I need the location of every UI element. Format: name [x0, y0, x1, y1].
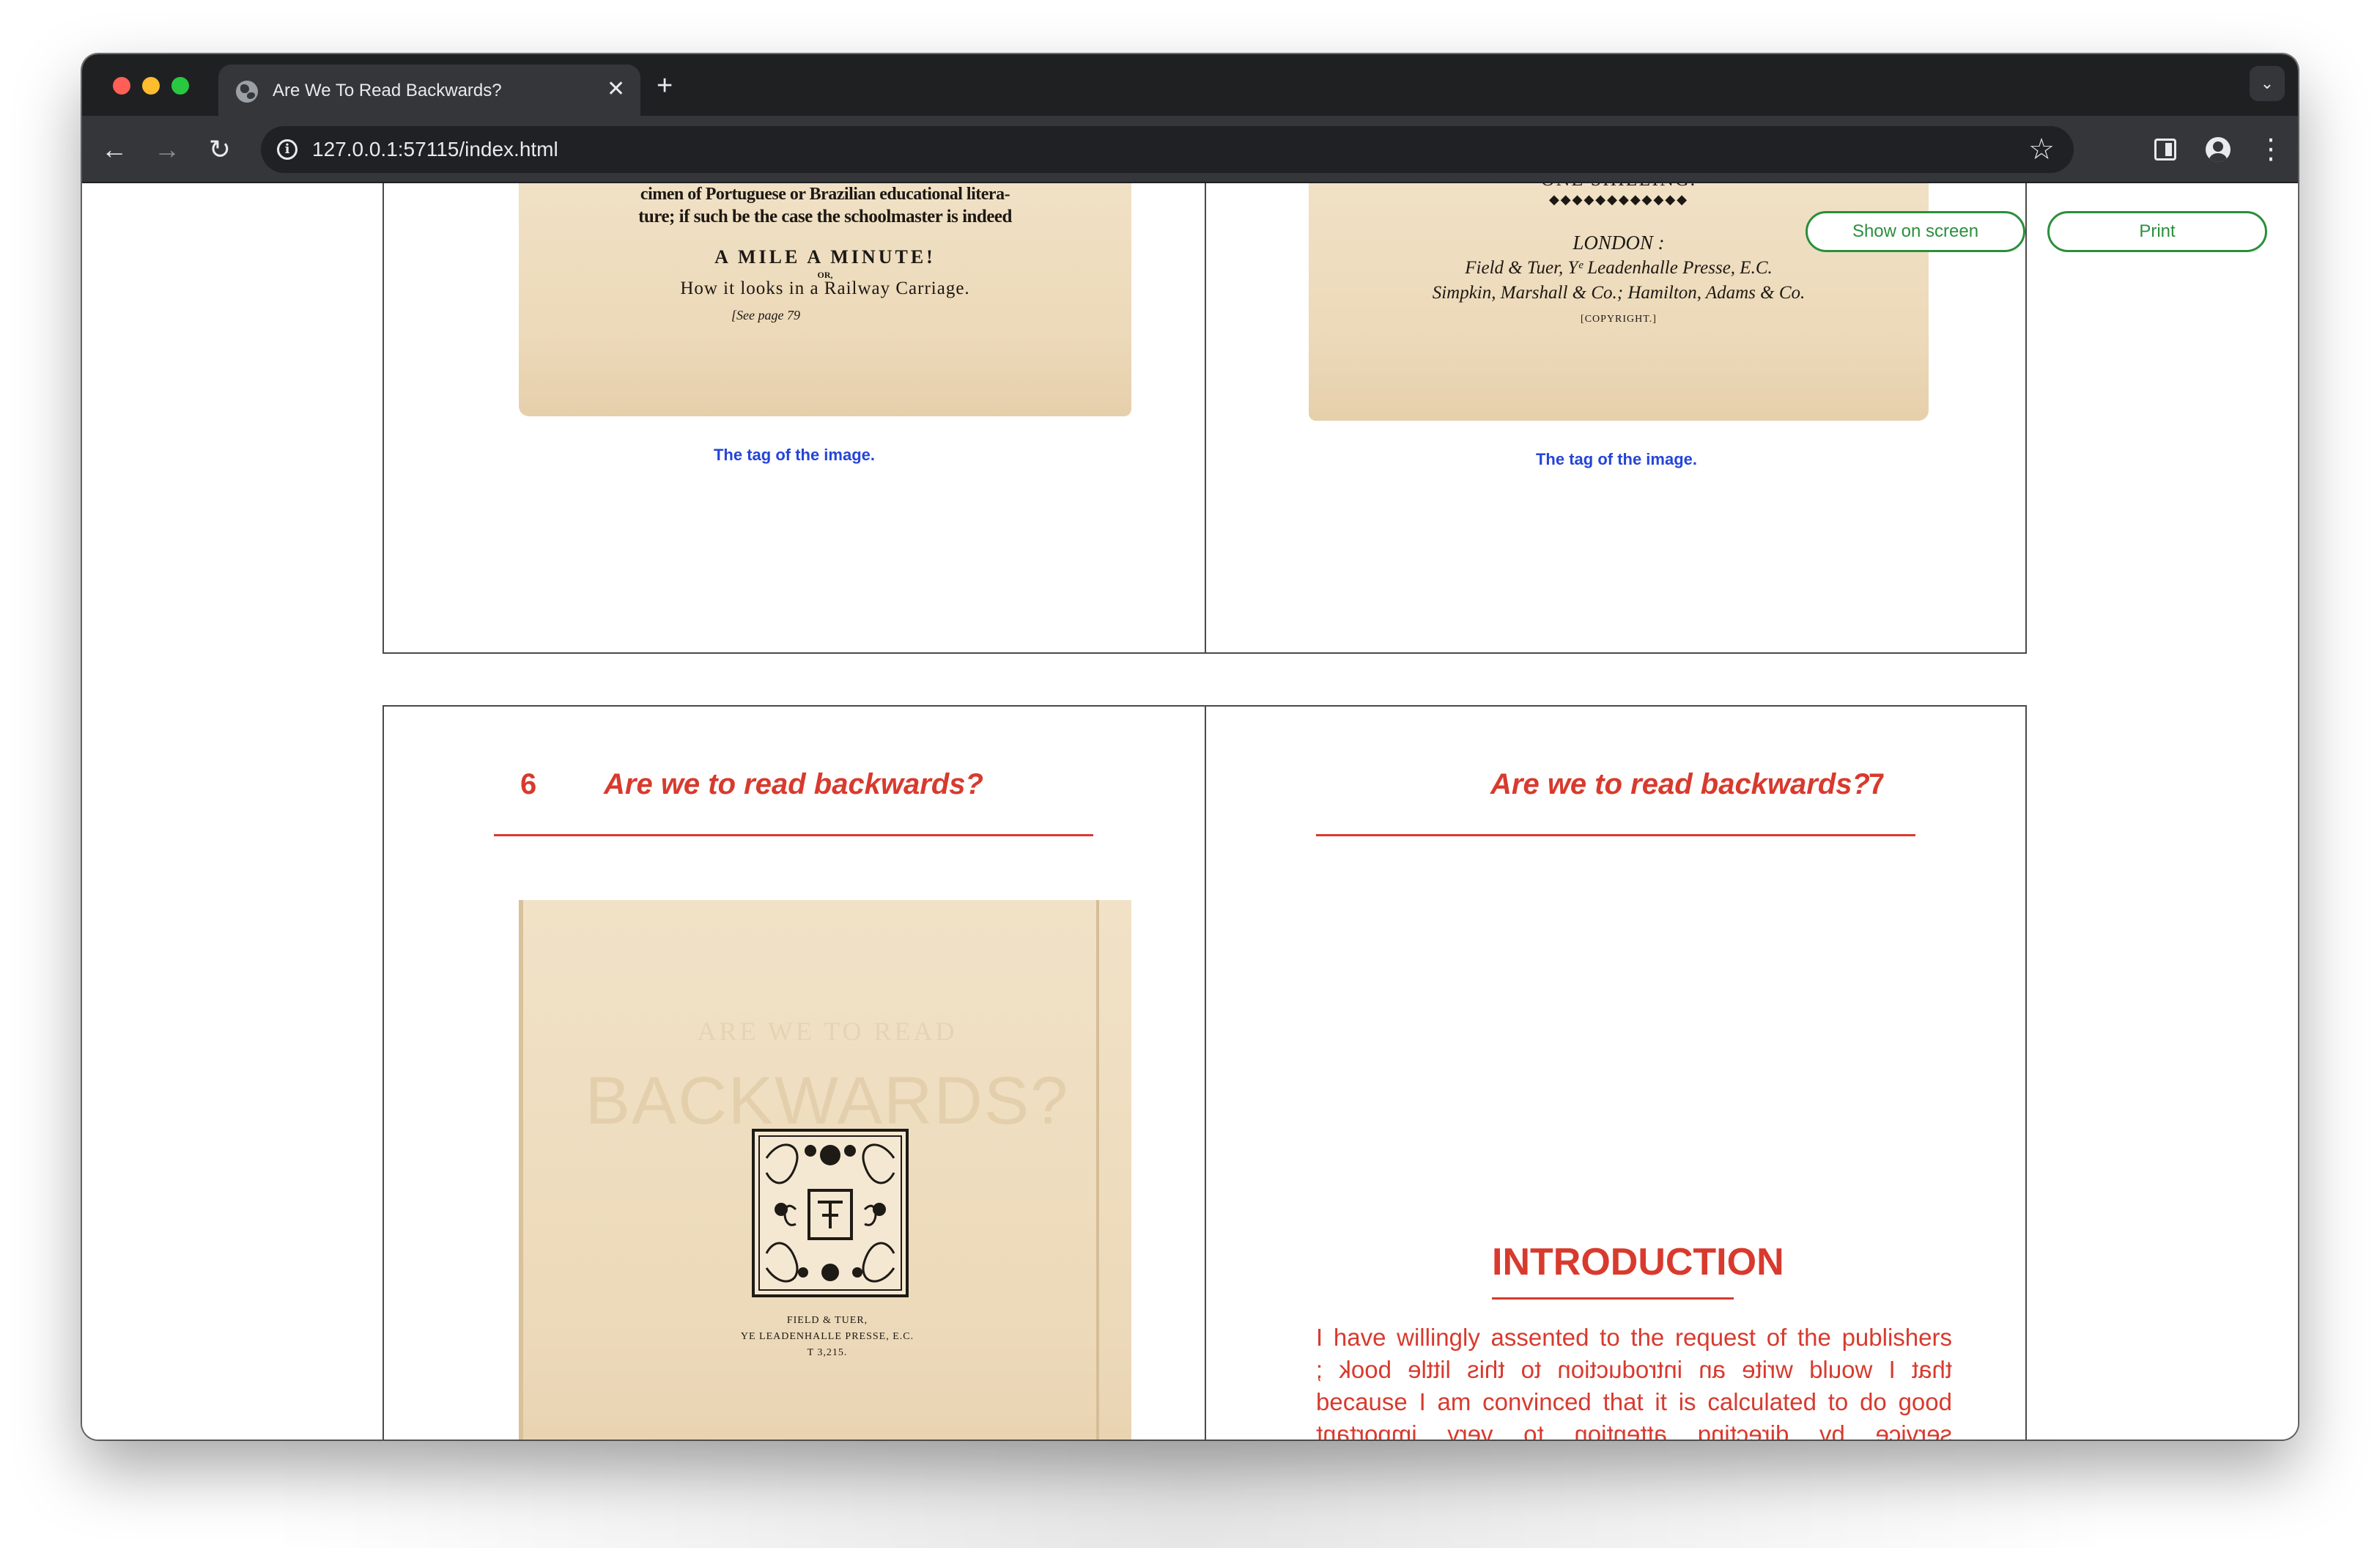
- scan-text-line: cimen of Portuguese or Brazilian educati…: [640, 185, 1010, 204]
- publisher-line: T 3,215.: [807, 1347, 848, 1358]
- site-info-icon[interactable]: i: [277, 139, 298, 160]
- page-number: 6: [520, 768, 537, 800]
- mirrored-text-line: service by directing attention to very i…: [1316, 1420, 1952, 1440]
- bookmark-star-icon[interactable]: ☆: [2028, 132, 2055, 167]
- scan-text-line: ◆◆◆◆◆◆◆◆◆◆◆◆: [1548, 192, 1689, 207]
- text-line: because I am convinced that it is calcul…: [1316, 1388, 1952, 1415]
- close-tab-icon[interactable]: ✕: [607, 76, 625, 103]
- reload-button[interactable]: ↻: [202, 132, 237, 167]
- show-on-screen-button[interactable]: Show on screen: [1806, 211, 2025, 252]
- introduction-text: I have willingly assented to the request…: [1206, 707, 2027, 1440]
- page-viewport: cimen of Portuguese or Brazilian educati…: [82, 183, 2298, 1440]
- header-rule: [494, 834, 1093, 836]
- url-text[interactable]: 127.0.0.1:57115/index.html: [312, 138, 558, 161]
- back-button[interactable]: ←: [97, 132, 132, 167]
- title-page-scan-image: ARE WE TO READ BACKWARDS? FIELD & TUER, …: [519, 900, 1131, 1440]
- new-tab-button[interactable]: +: [657, 72, 673, 100]
- image-caption: The tag of the image.: [1535, 450, 1698, 468]
- globe-icon: [236, 81, 258, 103]
- scan-text-line: [See page 79: [731, 308, 800, 322]
- page-scan-image: cimen of Portuguese or Brazilian educati…: [519, 183, 1131, 416]
- tab-search-button[interactable]: ⌄: [2250, 66, 2285, 101]
- scan-text-line: A MILE A MINUTE!: [714, 246, 936, 268]
- tab-strip: Are We To Read Backwards? ✕ + ⌄: [82, 54, 2298, 116]
- running-title: Are we to read backwards?: [604, 768, 983, 800]
- ghost-text: ARE WE TO READ: [697, 1017, 958, 1046]
- profile-icon[interactable]: [2206, 137, 2231, 162]
- text-line: I have willingly assented to the request…: [1316, 1324, 1952, 1351]
- image-caption: The tag of the image.: [713, 446, 876, 464]
- browser-window: Are We To Read Backwards? ✕ + ⌄ ← → ↻ i …: [82, 54, 2298, 1440]
- book-spread-1: cimen of Portuguese or Brazilian educati…: [382, 183, 2027, 654]
- scan-text-line: [COPYRIGHT.]: [1581, 314, 1657, 325]
- mirrored-text-line: that I would write an introduction to th…: [1316, 1356, 1952, 1383]
- tab-title: Are We To Read Backwards?: [273, 81, 502, 100]
- maximize-window-button[interactable]: [171, 77, 189, 95]
- publisher-line: FIELD & TUER,: [786, 1315, 868, 1326]
- forward-button[interactable]: →: [149, 132, 185, 167]
- print-button[interactable]: Print: [2047, 211, 2267, 252]
- scan-text-line: ONE SHILLING.: [1309, 183, 1929, 191]
- browser-menu-icon[interactable]: ⋮: [2257, 132, 2285, 167]
- scan-text-line: ture; if such be the case the schoolmast…: [638, 207, 1012, 226]
- publisher-device-emblem: [752, 1129, 909, 1297]
- scan-text-line: How it looks in a Railway Carriage.: [680, 279, 970, 298]
- browser-toolbar: ← → ↻ i 127.0.0.1:57115/index.html ☆ ⋮: [82, 116, 2298, 183]
- page-divider: [1205, 183, 1206, 652]
- tab-active[interactable]: Are We To Read Backwards? ✕: [218, 64, 640, 116]
- publisher-line: YE LEADENHALLE PRESSE, E.C.: [740, 1331, 914, 1342]
- book-spread-2: 6 Are we to read backwards? ARE WE TO RE…: [382, 705, 2027, 1440]
- scan-text-line: Field & Tuer, Yᵉ Leadenhalle Presse, E.C…: [1465, 258, 1773, 278]
- side-panel-icon[interactable]: [2154, 139, 2176, 161]
- address-bar[interactable]: i 127.0.0.1:57115/index.html ☆: [261, 126, 2074, 173]
- minimize-window-button[interactable]: [142, 77, 160, 95]
- scan-text-line: Simpkin, Marshall & Co.; Hamilton, Adams…: [1432, 283, 1806, 303]
- close-window-button[interactable]: [113, 77, 130, 95]
